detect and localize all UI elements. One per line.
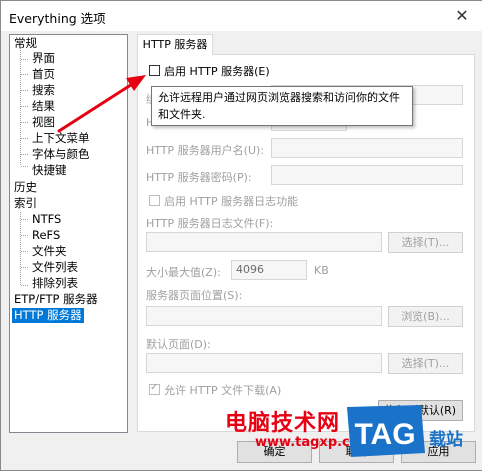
enable-log-label: 启用 HTTP 服务器日志功能 bbox=[164, 195, 299, 208]
close-icon[interactable]: ✕ bbox=[442, 1, 482, 31]
tree-branch bbox=[21, 90, 28, 91]
page-location-field[interactable] bbox=[146, 306, 382, 326]
tree-item-search[interactable]: 搜索 bbox=[32, 83, 55, 98]
watermark-site: 载站 bbox=[429, 430, 463, 450]
default-page-field[interactable] bbox=[146, 353, 382, 373]
browse-log-button[interactable]: 选择(T)... bbox=[388, 232, 463, 253]
tree-branch bbox=[21, 59, 28, 60]
watermark-tag-logo: TAG bbox=[347, 405, 425, 457]
username-field[interactable] bbox=[271, 138, 463, 158]
log-file-field[interactable] bbox=[146, 232, 382, 252]
tree-item-ntfs[interactable]: NTFS bbox=[32, 212, 61, 227]
default-page-label: 默认页面(D): bbox=[146, 338, 211, 351]
tree-branch bbox=[21, 122, 28, 123]
tree-branch bbox=[21, 251, 28, 252]
tree-item-hotkeys[interactable]: 快捷键 bbox=[32, 163, 67, 178]
page-location-label: 服务器页面位置(S): bbox=[146, 289, 243, 302]
tree-item-fonts-colors[interactable]: 字体与颜色 bbox=[32, 147, 90, 162]
tree-item-exclude[interactable]: 排除列表 bbox=[32, 276, 78, 291]
watermark-text: 电脑技术网 bbox=[225, 411, 341, 436]
tree-branch bbox=[21, 154, 28, 155]
tree-branch bbox=[21, 74, 28, 75]
max-size-label: 大小最大值(Z): bbox=[146, 266, 221, 279]
tree-item-history[interactable]: 历史 bbox=[14, 180, 37, 195]
allow-download-label: 允许 HTTP 文件下载(A) bbox=[164, 384, 282, 397]
tree-branch bbox=[21, 219, 28, 220]
tree-item-general[interactable]: 常规 bbox=[14, 36, 37, 51]
password-field[interactable] bbox=[271, 165, 463, 185]
max-size-field[interactable]: 4096 bbox=[231, 260, 307, 280]
tree-item-home[interactable]: 首页 bbox=[32, 67, 55, 82]
tab-http-server[interactable]: HTTP 服务器 bbox=[137, 34, 213, 55]
options-window: Everything 选项 ✕ 常规 界面 首页 搜索 结果 视图 上下文菜单 … bbox=[0, 0, 482, 471]
tree-item-ui[interactable]: 界面 bbox=[32, 51, 55, 66]
tree-branch bbox=[21, 166, 28, 167]
watermark-tag: TAG bbox=[354, 418, 415, 451]
log-file-label: HTTP 服务器日志文件(F): bbox=[146, 217, 274, 230]
tree-item-results[interactable]: 结果 bbox=[32, 99, 55, 114]
tree-branch bbox=[21, 235, 28, 236]
allow-download-checkbox[interactable] bbox=[149, 382, 160, 395]
tree-branch bbox=[21, 267, 28, 268]
tree-item-view[interactable]: 视图 bbox=[32, 115, 55, 130]
tree-branch bbox=[21, 285, 28, 286]
enable-http-checkbox[interactable] bbox=[149, 65, 160, 76]
tree-item-context-menu[interactable]: 上下文菜单 bbox=[32, 131, 90, 146]
browse-default-button[interactable]: 选择(T)... bbox=[388, 353, 463, 374]
tree-guide-line bbox=[20, 212, 21, 285]
tree-branch bbox=[21, 138, 28, 139]
tree-item-http-server[interactable]: HTTP 服务器 bbox=[12, 308, 84, 323]
enable-log-checkbox[interactable] bbox=[149, 195, 160, 206]
tree-item-folders[interactable]: 文件夹 bbox=[32, 244, 67, 259]
options-tree[interactable]: 常规 界面 首页 搜索 结果 视图 上下文菜单 字体与颜色 快捷键 历史 索引 … bbox=[9, 34, 128, 433]
tree-item-etp-ftp-server[interactable]: ETP/FTP 服务器 bbox=[14, 292, 98, 307]
browse-page-button[interactable]: 浏览(B)... bbox=[388, 306, 463, 327]
tree-item-index[interactable]: 索引 bbox=[14, 196, 37, 211]
tree-item-file-lists[interactable]: 文件列表 bbox=[32, 260, 78, 275]
enable-http-tooltip: 允许远程用户通过网页浏览器搜索和访问你的文件和文件夹. bbox=[151, 86, 413, 126]
password-label: HTTP 服务器密码(P): bbox=[146, 171, 252, 184]
max-size-unit: KB bbox=[314, 264, 329, 277]
tree-branch bbox=[21, 106, 28, 107]
title-bar: Everything 选项 ✕ bbox=[1, 1, 482, 31]
window-title: Everything 选项 bbox=[9, 11, 106, 26]
username-label: HTTP 服务器用户名(U): bbox=[146, 144, 264, 157]
tree-item-refs[interactable]: ReFS bbox=[32, 228, 60, 243]
enable-http-label: 启用 HTTP 服务器(E) bbox=[164, 65, 270, 78]
